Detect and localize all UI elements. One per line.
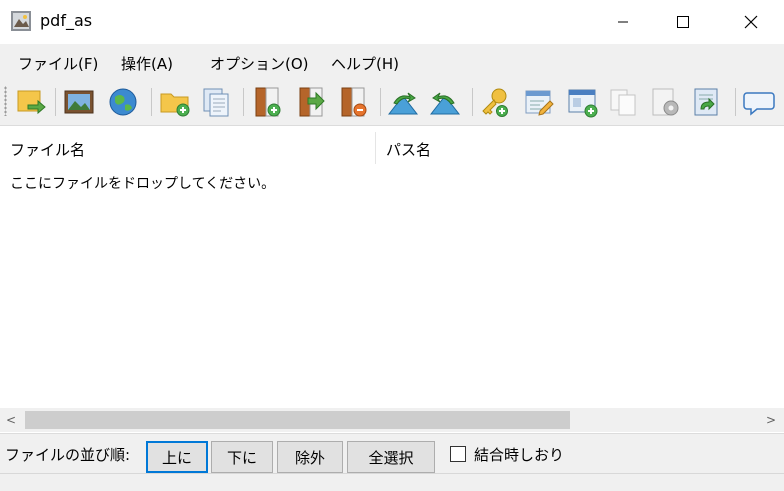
move-down-button[interactable]: 下に: [211, 441, 273, 473]
column-header-path[interactable]: パス名: [386, 139, 431, 160]
toolbar-separator: [735, 88, 736, 116]
image-icon[interactable]: [62, 85, 96, 119]
close-button[interactable]: [728, 0, 774, 44]
key-add-icon[interactable]: [478, 85, 512, 119]
comment-icon[interactable]: [742, 85, 776, 119]
rotate-left-icon[interactable]: [386, 85, 420, 119]
move-page-icon[interactable]: [294, 85, 328, 119]
menu-bar: ファイル(F) 操作(A) オプション(O) ヘルプ(H): [0, 44, 784, 78]
menu-file[interactable]: ファイル(F): [18, 53, 98, 74]
globe-icon[interactable]: [106, 85, 140, 119]
menu-operation[interactable]: 操作(A): [121, 53, 173, 74]
window-title: pdf_as: [40, 11, 93, 30]
maximize-icon: [677, 16, 689, 28]
toolbar-separator: [55, 88, 56, 116]
bottom-bar: ファイルの並び順: 上に 下に 除外 全選択 結合時しおり: [0, 433, 784, 473]
bookmark-on-merge-label[interactable]: 結合時しおり: [474, 444, 564, 465]
duplicate-icon[interactable]: [606, 85, 640, 119]
file-order-label: ファイルの並び順:: [5, 446, 131, 464]
column-header-filename[interactable]: ファイル名: [10, 139, 85, 160]
column-divider[interactable]: [375, 132, 376, 164]
window-add-icon[interactable]: [566, 85, 600, 119]
toolbar-separator: [472, 88, 473, 116]
toolbar-separator: [243, 88, 244, 116]
copy-pages-icon[interactable]: [200, 85, 234, 119]
add-folder-icon[interactable]: [158, 85, 192, 119]
maximize-button[interactable]: [660, 0, 706, 44]
file-list-header: ファイル名 パス名: [0, 130, 784, 166]
toolbar-grip[interactable]: [4, 86, 7, 116]
toolbar: [0, 78, 784, 126]
refresh-page-icon[interactable]: [690, 85, 724, 119]
toolbar-separator: [151, 88, 152, 116]
title-bar: pdf_as: [0, 0, 784, 44]
minimize-button[interactable]: [600, 0, 646, 44]
edit-document-icon[interactable]: [522, 85, 556, 119]
status-bar: [0, 473, 784, 491]
scroll-right-button[interactable]: >: [760, 408, 782, 432]
pdf-app-icon: [11, 11, 31, 31]
drop-hint-text: ここにファイルをドロップしてください。: [10, 176, 276, 192]
remove-page-icon[interactable]: [336, 85, 370, 119]
close-icon: [744, 15, 758, 29]
rotate-right-icon[interactable]: [428, 85, 462, 119]
bookmark-on-merge-checkbox[interactable]: [450, 446, 466, 462]
menu-options[interactable]: オプション(O): [210, 53, 309, 74]
scroll-left-button[interactable]: <: [0, 408, 22, 432]
move-up-button[interactable]: 上に: [146, 441, 208, 473]
scroll-thumb[interactable]: [25, 411, 570, 429]
settings-page-icon[interactable]: [648, 85, 682, 119]
select-all-button[interactable]: 全選択: [347, 441, 435, 473]
insert-page-icon[interactable]: [250, 85, 284, 119]
open-file-icon[interactable]: [14, 85, 48, 119]
toolbar-separator: [380, 88, 381, 116]
remove-button[interactable]: 除外: [277, 441, 343, 473]
file-list-drop-area[interactable]: ここにファイルをドロップしてください。: [0, 166, 784, 406]
menu-help[interactable]: ヘルプ(H): [331, 53, 399, 74]
horizontal-scrollbar[interactable]: < >: [0, 408, 784, 432]
minimize-icon: [618, 21, 628, 23]
